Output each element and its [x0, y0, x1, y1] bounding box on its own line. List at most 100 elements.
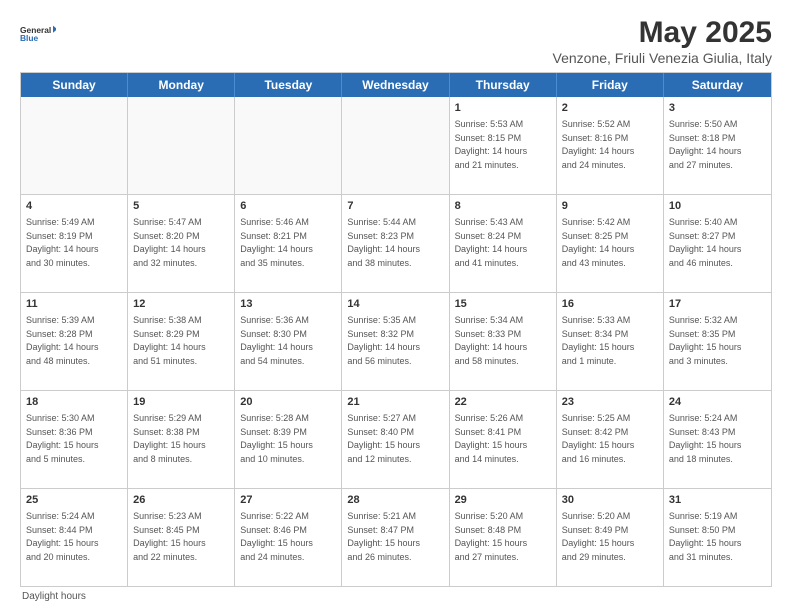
day-number: 5	[133, 199, 229, 214]
calendar-cell: 26 Sunrise: 5:23 AM Sunset: 8:45 PM Dayli…	[128, 489, 235, 586]
calendar-week-3: 11 Sunrise: 5:39 AM Sunset: 8:28 PM Dayli…	[21, 293, 771, 391]
calendar-cell: 19Sunrise: 5:29 AM Sunset: 8:38 PM Dayli…	[128, 391, 235, 488]
sun-info: Sunrise: 5:49 AM Sunset: 8:19 PM Dayligh…	[26, 217, 99, 268]
day-number: 1	[455, 101, 551, 116]
calendar-cell: 8Sunrise: 5:43 AM Sunset: 8:24 PM Daylig…	[450, 195, 557, 292]
page: General Blue May 2025 Venzone, Friuli Ve…	[0, 0, 792, 612]
sun-info: Sunrise: 5:24 AM Sunset: 8:43 PM Dayligh…	[669, 413, 742, 464]
calendar: SundayMondayTuesdayWednesdayThursdayFrid…	[20, 72, 772, 587]
title-block: May 2025 Venzone, Friuli Venezia Giulia,…	[553, 16, 772, 66]
calendar-cell: 13 Sunrise: 5:36 AM Sunset: 8:30 PM Dayli…	[235, 293, 342, 390]
day-header-thursday: Thursday	[450, 73, 557, 97]
calendar-cell: 9 Sunrise: 5:42 AM Sunset: 8:25 PM Daylig…	[557, 195, 664, 292]
sun-info: Sunrise: 5:32 AM Sunset: 8:35 PM Dayligh…	[669, 315, 742, 366]
main-title: May 2025	[553, 16, 772, 50]
calendar-cell: 10Sunrise: 5:40 AM Sunset: 8:27 PM Dayli…	[664, 195, 771, 292]
calendar-cell	[128, 97, 235, 194]
day-number: 11	[26, 297, 122, 312]
calendar-cell: 28 Sunrise: 5:21 AM Sunset: 8:47 PM Dayli…	[342, 489, 449, 586]
day-number: 15	[455, 297, 551, 312]
calendar-body: 1 Sunrise: 5:53 AM Sunset: 8:15 PM Daylig…	[21, 97, 771, 586]
calendar-cell: 16Sunrise: 5:33 AM Sunset: 8:34 PM Dayli…	[557, 293, 664, 390]
sun-info: Sunrise: 5:23 AM Sunset: 8:45 PM Dayligh…	[133, 511, 206, 562]
day-number: 31	[669, 493, 766, 508]
calendar-week-2: 4 Sunrise: 5:49 AM Sunset: 8:19 PM Daylig…	[21, 195, 771, 293]
day-number: 2	[562, 101, 658, 116]
calendar-cell: 23Sunrise: 5:25 AM Sunset: 8:42 PM Dayli…	[557, 391, 664, 488]
day-header-monday: Monday	[128, 73, 235, 97]
header: General Blue May 2025 Venzone, Friuli Ve…	[20, 16, 772, 66]
day-number: 14	[347, 297, 443, 312]
day-number: 3	[669, 101, 766, 116]
day-number: 19	[133, 395, 229, 410]
sun-info: Sunrise: 5:28 AM Sunset: 8:39 PM Dayligh…	[240, 413, 313, 464]
calendar-cell	[342, 97, 449, 194]
sun-info: Sunrise: 5:35 AM Sunset: 8:32 PM Dayligh…	[347, 315, 420, 366]
logo-svg: General Blue	[20, 16, 56, 52]
calendar-cell: 15 Sunrise: 5:34 AM Sunset: 8:33 PM Dayli…	[450, 293, 557, 390]
sun-info: Sunrise: 5:19 AM Sunset: 8:50 PM Dayligh…	[669, 511, 742, 562]
day-number: 6	[240, 199, 336, 214]
subtitle: Venzone, Friuli Venezia Giulia, Italy	[553, 50, 772, 66]
day-number: 9	[562, 199, 658, 214]
day-number: 26	[133, 493, 229, 508]
sun-info: Sunrise: 5:36 AM Sunset: 8:30 PM Dayligh…	[240, 315, 313, 366]
day-number: 29	[455, 493, 551, 508]
sun-info: Sunrise: 5:26 AM Sunset: 8:41 PM Dayligh…	[455, 413, 528, 464]
sun-info: Sunrise: 5:34 AM Sunset: 8:33 PM Dayligh…	[455, 315, 528, 366]
sun-info: Sunrise: 5:27 AM Sunset: 8:40 PM Dayligh…	[347, 413, 420, 464]
calendar-cell: 12Sunrise: 5:38 AM Sunset: 8:29 PM Dayli…	[128, 293, 235, 390]
calendar-cell	[21, 97, 128, 194]
calendar-cell: 20 Sunrise: 5:28 AM Sunset: 8:39 PM Dayli…	[235, 391, 342, 488]
calendar-cell: 17 Sunrise: 5:32 AM Sunset: 8:35 PM Dayli…	[664, 293, 771, 390]
day-number: 21	[347, 395, 443, 410]
calendar-cell: 7Sunrise: 5:44 AM Sunset: 8:23 PM Daylig…	[342, 195, 449, 292]
calendar-cell: 1 Sunrise: 5:53 AM Sunset: 8:15 PM Daylig…	[450, 97, 557, 194]
sun-info: Sunrise: 5:40 AM Sunset: 8:27 PM Dayligh…	[669, 217, 742, 268]
sun-info: Sunrise: 5:52 AM Sunset: 8:16 PM Dayligh…	[562, 119, 635, 170]
day-number: 17	[669, 297, 766, 312]
calendar-week-1: 1 Sunrise: 5:53 AM Sunset: 8:15 PM Daylig…	[21, 97, 771, 195]
calendar-cell: 21 Sunrise: 5:27 AM Sunset: 8:40 PM Dayli…	[342, 391, 449, 488]
sun-info: Sunrise: 5:30 AM Sunset: 8:36 PM Dayligh…	[26, 413, 99, 464]
sun-info: Sunrise: 5:53 AM Sunset: 8:15 PM Dayligh…	[455, 119, 528, 170]
day-number: 23	[562, 395, 658, 410]
svg-text:Blue: Blue	[20, 33, 39, 43]
calendar-cell: 4 Sunrise: 5:49 AM Sunset: 8:19 PM Daylig…	[21, 195, 128, 292]
day-number: 25	[26, 493, 122, 508]
day-number: 12	[133, 297, 229, 312]
calendar-week-5: 25 Sunrise: 5:24 AM Sunset: 8:44 PM Dayli…	[21, 489, 771, 586]
calendar-cell: 6Sunrise: 5:46 AM Sunset: 8:21 PM Daylig…	[235, 195, 342, 292]
day-header-tuesday: Tuesday	[235, 73, 342, 97]
day-number: 13	[240, 297, 336, 312]
footer-note: Daylight hours	[20, 591, 772, 602]
day-number: 24	[669, 395, 766, 410]
sun-info: Sunrise: 5:24 AM Sunset: 8:44 PM Dayligh…	[26, 511, 99, 562]
day-number: 27	[240, 493, 336, 508]
calendar-cell: 14 Sunrise: 5:35 AM Sunset: 8:32 PM Dayli…	[342, 293, 449, 390]
calendar-cell: 18 Sunrise: 5:30 AM Sunset: 8:36 PM Dayli…	[21, 391, 128, 488]
day-number: 30	[562, 493, 658, 508]
sun-info: Sunrise: 5:44 AM Sunset: 8:23 PM Dayligh…	[347, 217, 420, 268]
calendar-cell: 11 Sunrise: 5:39 AM Sunset: 8:28 PM Dayli…	[21, 293, 128, 390]
calendar-cell: 31 Sunrise: 5:19 AM Sunset: 8:50 PM Dayli…	[664, 489, 771, 586]
day-number: 18	[26, 395, 122, 410]
calendar-cell: 30 Sunrise: 5:20 AM Sunset: 8:49 PM Dayli…	[557, 489, 664, 586]
calendar-cell	[235, 97, 342, 194]
day-header-saturday: Saturday	[664, 73, 771, 97]
day-number: 4	[26, 199, 122, 214]
day-header-friday: Friday	[557, 73, 664, 97]
sun-info: Sunrise: 5:42 AM Sunset: 8:25 PM Dayligh…	[562, 217, 635, 268]
day-header-wednesday: Wednesday	[342, 73, 449, 97]
sun-info: Sunrise: 5:39 AM Sunset: 8:28 PM Dayligh…	[26, 315, 99, 366]
calendar-cell: 24 Sunrise: 5:24 AM Sunset: 8:43 PM Dayli…	[664, 391, 771, 488]
calendar-cell: 3Sunrise: 5:50 AM Sunset: 8:18 PM Daylig…	[664, 97, 771, 194]
calendar-header: SundayMondayTuesdayWednesdayThursdayFrid…	[21, 73, 771, 97]
day-number: 20	[240, 395, 336, 410]
sun-info: Sunrise: 5:47 AM Sunset: 8:20 PM Dayligh…	[133, 217, 206, 268]
calendar-cell: 29Sunrise: 5:20 AM Sunset: 8:48 PM Dayli…	[450, 489, 557, 586]
sun-info: Sunrise: 5:20 AM Sunset: 8:49 PM Dayligh…	[562, 511, 635, 562]
day-number: 28	[347, 493, 443, 508]
sun-info: Sunrise: 5:43 AM Sunset: 8:24 PM Dayligh…	[455, 217, 528, 268]
sun-info: Sunrise: 5:21 AM Sunset: 8:47 PM Dayligh…	[347, 511, 420, 562]
